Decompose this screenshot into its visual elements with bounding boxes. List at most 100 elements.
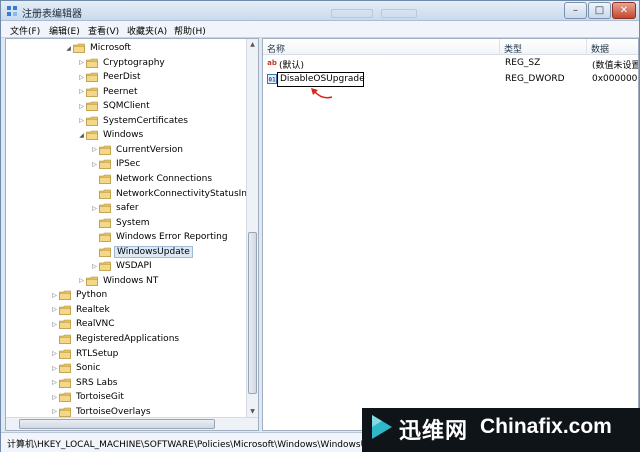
string-value-icon: ab bbox=[267, 59, 277, 67]
close-icon: ✕ bbox=[619, 5, 629, 16]
collapsed-arrow-icon[interactable]: ▷ bbox=[50, 365, 59, 372]
tree-node[interactable]: ◢ Windows bbox=[77, 128, 145, 142]
tree-node[interactable]: ▷ safer bbox=[90, 201, 141, 215]
collapsed-arrow-icon[interactable]: ▷ bbox=[90, 146, 99, 153]
tree-node[interactable]: ▷ Python bbox=[50, 288, 109, 302]
tree-node[interactable]: ▷ TortoiseGit bbox=[50, 390, 126, 404]
collapsed-arrow-icon[interactable]: ▷ bbox=[77, 117, 86, 124]
tree-node[interactable]: NetworkConnectivityStatusInd bbox=[90, 187, 255, 201]
tree-node[interactable]: ▷ Peernet bbox=[77, 85, 140, 99]
menu-help[interactable]: 帮助(H) bbox=[174, 24, 206, 37]
regedit-app-icon bbox=[7, 6, 17, 16]
tree-vscroll-thumb[interactable] bbox=[248, 232, 257, 394]
tree-node[interactable]: ▷ SQMClient bbox=[77, 99, 152, 113]
tree-node[interactable]: ▷ Realtek bbox=[50, 303, 112, 317]
collapsed-arrow-icon[interactable]: ▷ bbox=[50, 408, 59, 415]
collapsed-arrow-icon[interactable]: ▷ bbox=[90, 263, 99, 270]
tree-node-label: Microsoft bbox=[90, 43, 131, 53]
tree-hscroll-thumb[interactable] bbox=[19, 419, 215, 429]
annotation-arrow-icon bbox=[311, 88, 333, 99]
folder-icon bbox=[99, 218, 111, 228]
value-type: REG_DWORD bbox=[505, 74, 565, 84]
folder-icon bbox=[86, 101, 98, 111]
tree-node[interactable]: RegisteredApplications bbox=[50, 332, 181, 346]
menu-view[interactable]: 查看(V) bbox=[88, 24, 119, 37]
tree-vertical-scrollbar[interactable]: ▲ ▼ bbox=[246, 39, 258, 418]
tree-node-label: System bbox=[116, 217, 150, 228]
menu-bar: 文件(F) 编辑(E) 查看(V) 收藏夹(A) 帮助(H) bbox=[1, 21, 639, 38]
title-bar: 注册表编辑器 – □ ✕ bbox=[1, 1, 639, 21]
tree-node-label: Realtek bbox=[76, 304, 110, 315]
maximize-button[interactable]: □ bbox=[588, 2, 611, 19]
tree-node[interactable]: ▷ WSDAPI bbox=[90, 259, 154, 273]
collapsed-arrow-icon[interactable]: ▷ bbox=[50, 350, 59, 357]
expanded-arrow-icon[interactable]: ◢ bbox=[64, 45, 73, 52]
minimize-button[interactable]: – bbox=[564, 2, 587, 19]
tree-node[interactable]: ▷ Cryptography bbox=[77, 56, 167, 70]
tree-node[interactable]: Network Connections bbox=[90, 172, 214, 186]
tree-node-label: WindowsUpdate bbox=[114, 245, 193, 258]
window-title: 注册表编辑器 bbox=[22, 9, 82, 20]
menu-favorites[interactable]: 收藏夹(A) bbox=[127, 24, 167, 37]
expanded-arrow-icon[interactable]: ◢ bbox=[77, 132, 86, 139]
tree-node-label: Windows NT bbox=[103, 275, 159, 286]
tree-node[interactable]: System bbox=[90, 216, 152, 230]
tree-node-label: Python bbox=[76, 290, 108, 301]
collapsed-arrow-icon[interactable]: ▷ bbox=[50, 306, 59, 313]
value-data: (数值未设置 bbox=[592, 61, 639, 71]
column-header-data[interactable]: 数据 bbox=[587, 39, 638, 55]
tree-node-label: NetworkConnectivityStatusInd bbox=[116, 188, 253, 199]
tree-horizontal-scrollbar[interactable] bbox=[6, 417, 258, 430]
tree-node[interactable]: ▷ Windows NT bbox=[77, 274, 160, 288]
svg-text:01: 01 bbox=[269, 77, 277, 84]
scroll-down-icon[interactable]: ▼ bbox=[247, 406, 258, 417]
tree-node[interactable]: ▷ IPSec bbox=[90, 157, 142, 171]
tree-node[interactable]: Windows Error Reporting bbox=[90, 230, 230, 244]
collapsed-arrow-icon[interactable]: ▷ bbox=[90, 161, 99, 168]
maximize-icon: □ bbox=[594, 5, 605, 16]
collapsed-arrow-icon[interactable]: ▷ bbox=[50, 292, 59, 299]
menu-edit[interactable]: 编辑(E) bbox=[49, 24, 80, 37]
tree-node[interactable]: ▷ SystemCertificates bbox=[77, 114, 190, 128]
column-header-name[interactable]: 名称 bbox=[263, 39, 500, 55]
collapsed-arrow-icon[interactable]: ▷ bbox=[77, 74, 86, 81]
values-pane: 名称 类型 数据 ab (默认) REG_SZ (数值未设置 01 Disabl… bbox=[262, 38, 639, 431]
tree-node[interactable]: ▷ PeerDist bbox=[77, 70, 143, 84]
folder-icon bbox=[86, 276, 98, 286]
folder-icon bbox=[99, 189, 111, 199]
watermark-en: Chinafix.com bbox=[480, 415, 612, 438]
folder-icon bbox=[99, 203, 111, 213]
tree-node[interactable]: ◢ Microsoft bbox=[64, 41, 133, 55]
collapsed-arrow-icon[interactable]: ▷ bbox=[77, 59, 86, 66]
collapsed-arrow-icon[interactable]: ▷ bbox=[90, 205, 99, 212]
tree-node[interactable]: ▷ RealVNC bbox=[50, 317, 117, 331]
collapsed-arrow-icon[interactable]: ▷ bbox=[77, 277, 86, 284]
collapsed-arrow-icon[interactable]: ▷ bbox=[77, 88, 86, 95]
collapsed-arrow-icon[interactable]: ▷ bbox=[50, 394, 59, 401]
tree-node-label: Windows bbox=[103, 130, 144, 141]
scroll-up-icon[interactable]: ▲ bbox=[247, 39, 258, 50]
tree-node[interactable]: ▷ Sonic bbox=[50, 361, 102, 375]
tree-node[interactable]: ▷ SRS Labs bbox=[50, 376, 119, 390]
tree-node[interactable]: ▷ RTLSetup bbox=[50, 347, 120, 361]
collapsed-arrow-icon[interactable]: ▷ bbox=[50, 379, 59, 386]
tree-node-label: Cryptography bbox=[103, 57, 165, 68]
tree-node-label: IPSec bbox=[116, 159, 141, 170]
menu-file[interactable]: 文件(F) bbox=[10, 24, 40, 37]
folder-icon bbox=[59, 392, 71, 402]
folder-icon bbox=[59, 291, 71, 301]
tree-node-label: SQMClient bbox=[103, 101, 150, 112]
close-button[interactable]: ✕ bbox=[612, 2, 636, 19]
rename-value-input[interactable]: DisableOSUpgrade bbox=[277, 72, 365, 87]
status-key-path: 计算机\HKEY_LOCAL_MACHINE\SOFTWARE\Policies… bbox=[7, 440, 394, 450]
folder-icon bbox=[99, 232, 111, 242]
tree-node-label: Peernet bbox=[103, 86, 138, 97]
value-data: 0x0000000 bbox=[592, 74, 639, 84]
tree-node[interactable]: WindowsUpdate bbox=[90, 245, 193, 259]
column-header-type[interactable]: 类型 bbox=[500, 39, 587, 55]
collapsed-arrow-icon[interactable]: ▷ bbox=[77, 103, 86, 110]
collapsed-arrow-icon[interactable]: ▷ bbox=[50, 321, 59, 328]
tree-node-label: RealVNC bbox=[76, 319, 115, 330]
tree-node-label: Network Connections bbox=[116, 173, 213, 184]
tree-node[interactable]: ▷ CurrentVersion bbox=[90, 143, 185, 157]
